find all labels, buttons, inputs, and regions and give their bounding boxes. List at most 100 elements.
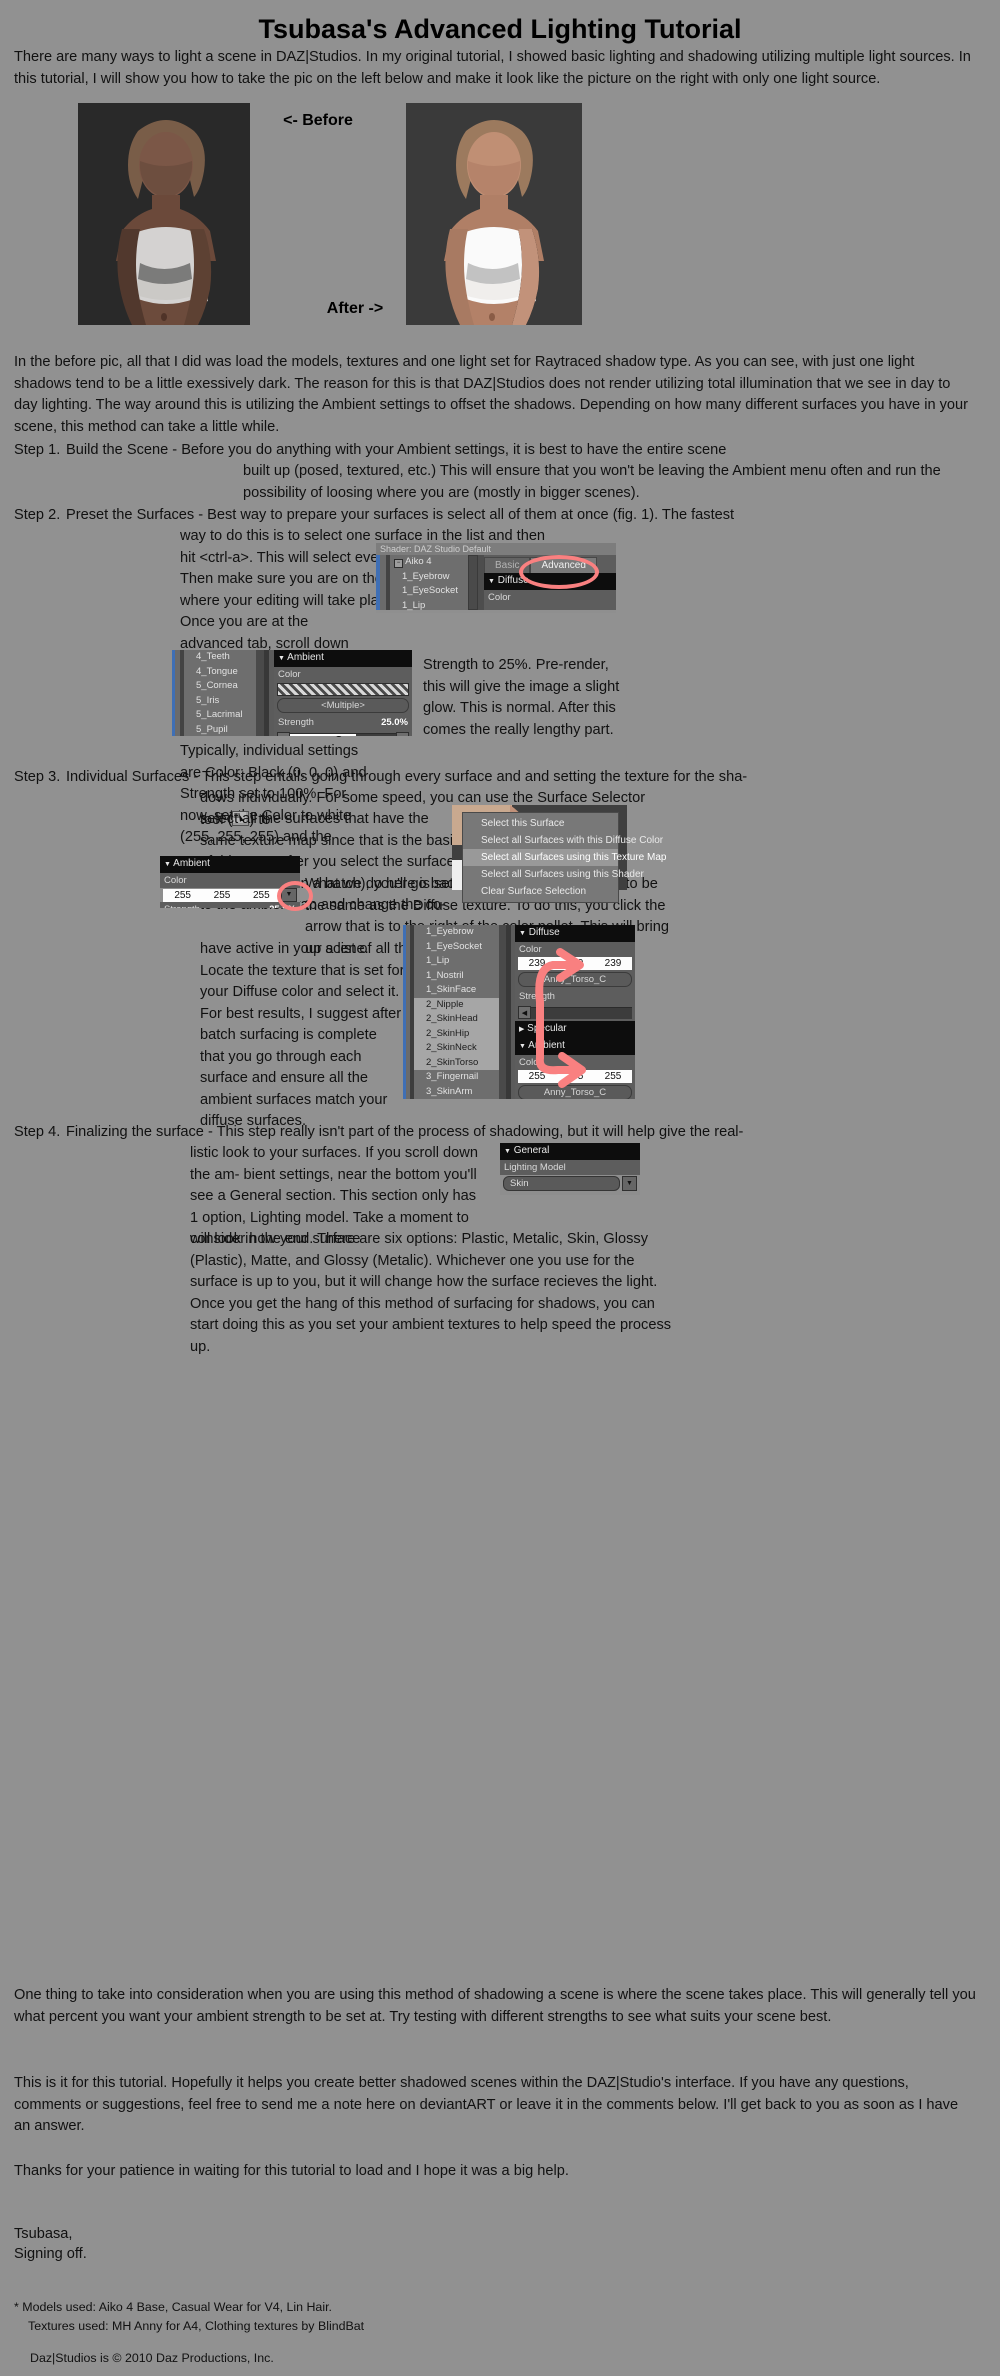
ambient-section-header[interactable]: ▼ Ambient [274,650,412,667]
ambient-section-label: Ambient [287,652,324,663]
big-tree-row-5[interactable]: 2_Nipple [414,997,499,1012]
big-tree-row-1[interactable]: 1_EyeSocket [414,940,499,955]
step-4-body2: will look in the end. There are six opti… [190,1231,672,1355]
big-diffuse-label: Diffuse [528,927,560,938]
step-3-body-d: have active in your scene. Locate the te… [200,941,405,1129]
ambient-tree-row-2[interactable]: 5_Cornea [184,679,256,694]
footnote-copyright: Daz|Studios is © 2010 Daz Productions, I… [30,2351,274,2365]
step-3-label: Step 3. [14,769,61,785]
lighting-model-label: Lighting Model [500,1160,640,1175]
step-3-heading: Individual Surfaces - [66,769,203,785]
before-figure [78,103,250,325]
before-pic-paragraph: In the before pic, all that I did was lo… [14,354,969,435]
fig1-tree-item-0: Aiko 4 [405,556,432,567]
ambient2-b[interactable]: 255 [242,889,281,902]
surface-selector-menu[interactable]: Select this Surface Select all Surfaces … [462,812,666,903]
big-tree-row-8[interactable]: 2_SkinNeck [414,1041,499,1056]
diffuse-to-ambient-arrow [535,948,586,1088]
ambient-tree-row-4[interactable]: 5_Lacrimal [184,708,256,723]
closing-paragraph-1: One thing to take into consideration whe… [14,1987,976,2025]
lighting-model-dropdown-arrow-icon[interactable]: ▼ [622,1176,637,1191]
big-diffuse-b[interactable]: 239 [594,957,632,970]
ambient-tree-row-5[interactable]: 5_Pupil [184,723,256,737]
step-1-body: built up (posed, textured, etc.) This wi… [243,463,941,501]
ambient-strength-value: 25.0% [381,717,408,728]
fig1-tree-item-row-2[interactable]: 1_EyeSocket [390,584,468,599]
big-tree-row-10[interactable]: 3_Fingernail [414,1070,499,1085]
slider-left-arrow-icon[interactable]: ◀ [277,732,290,736]
step-1-line1-text: Before you do anything with your Ambient… [181,442,727,458]
ambient-color-swatch[interactable] [277,683,409,696]
chevron-down-icon: ▼ [278,655,285,662]
ambient2-rgb-row[interactable]: 255 255 255 [163,888,281,902]
menu-item-select-all-shader[interactable]: Select all Surfaces using this Shader [463,866,644,883]
step-1-line1: Build the Scene - Before you do anything… [66,440,976,462]
fig1-tree-scrollbar[interactable] [468,555,478,610]
big-tree-row-9[interactable]: 2_SkinTorso [414,1055,499,1070]
general-section-header[interactable]: ▼ General [500,1143,640,1160]
big-tree-row-7[interactable]: 2_SkinHip [414,1026,499,1041]
step-4-line1: Finalizing the surface - This step reall… [66,1122,986,1144]
big-tree-row-3[interactable]: 1_Nostril [414,969,499,984]
after-caption: After -> [326,300,384,317]
ambient2-r[interactable]: 255 [163,889,202,902]
step-4-label: Step 4. [14,1124,61,1140]
ambient2-section-header[interactable]: ▼ Ambient [160,856,300,873]
ambient2-g[interactable]: 255 [202,889,241,902]
closing-paragraph-3: Thanks for your patience in waiting for … [14,2163,569,2179]
big-tree-row-2[interactable]: 1_Lip [414,954,499,969]
fig1-tree-root[interactable]: − Aiko 4 [390,555,468,570]
menu-item-select-all-texture-map[interactable]: Select all Surfaces using this Texture M… [463,849,666,866]
step-2-line1-text: Best way to prepare your surfaces is sel… [207,507,735,523]
ambient-multiple-panel[interactable]: 4_Teeth 4_Tongue 5_Cornea 5_Iris 5_Lacri… [172,650,412,736]
fig1-color-label: Color [484,590,616,605]
fig1-surface-tree[interactable]: − Aiko 4 1_Eyebrow 1_EyeSocket 1_Lip [390,555,468,611]
chevron-down-icon: ▼ [164,861,171,868]
ambient-map-multiple[interactable]: <Multiple> [277,698,409,713]
fig1-shader-label: Shader: DAZ Studio Default [376,543,616,555]
ambient-panel-tree[interactable]: 4_Teeth 4_Tongue 5_Cornea 5_Iris 5_Lacri… [184,650,256,736]
ambient2-strength-label: Strength [164,904,200,908]
slider-track[interactable] [290,732,396,736]
fig1-tree-item-row-1[interactable]: 1_Eyebrow [390,570,468,585]
step-2-body-col3: Strength to 25%. Pre-render, this will g… [423,657,620,738]
after-figure [406,103,582,325]
menu-item-clear-surface-selection[interactable]: Clear Surface Selection [463,883,618,900]
ambient-strength-slider[interactable]: ◀ ▶ [277,732,409,736]
tutorial-page: Tsubasa's Advanced Lighting Tutorial The… [0,0,1000,2376]
signature-line-1: Tsubasa, [14,2226,73,2242]
slider-right-arrow-icon[interactable]: ▶ [396,732,409,736]
before-caption: <- Before [283,112,353,129]
ambient-tree-row-1[interactable]: 4_Tongue [184,665,256,680]
page-title: Tsubasa's Advanced Lighting Tutorial [258,14,742,44]
big-tree-row-0[interactable]: 1_Eyebrow [414,925,499,940]
closing-paragraph-2: This is it for this tutorial. Hopefully … [14,2075,959,2134]
step-4-heading: Finalizing the surface - [66,1124,217,1140]
big-tree-row-11[interactable]: 3_SkinArm [414,1085,499,1100]
ambient-tree-row-3[interactable]: 5_Iris [184,694,256,709]
big-surfaces-panel[interactable]: 1_Eyebrow 1_EyeSocket 1_Lip 1_Nostril 1_… [403,925,635,1099]
big-ambient-b[interactable]: 255 [594,1070,632,1083]
chevron-down-icon: ▼ [488,578,495,585]
collapse-icon[interactable]: − [394,559,403,568]
general-section-label: General [513,1145,550,1156]
step-4-line1-text: This step really isn't part of the proce… [216,1124,744,1140]
lighting-model-value: Skin [510,1178,529,1189]
signature-line-2: Signing off. [14,2246,87,2262]
general-lighting-panel[interactable]: ▼ General Lighting Model Skin ▼ [500,1143,640,1195]
chevron-right-icon: ▶ [519,1026,525,1033]
ambient2-section-label: Ambient [173,858,210,869]
menu-item-select-all-diffuse-color[interactable]: Select all Surfaces with this Diffuse Co… [463,832,663,849]
big-panel-tree[interactable]: 1_Eyebrow 1_EyeSocket 1_Lip 1_Nostril 1_… [414,925,499,1099]
ambient-strength-row: Strength 25.0% [274,715,412,730]
ambient2-color-label: Color [160,873,300,888]
ambient-color-label: Color [274,667,412,682]
menu-item-select-this-surface[interactable]: Select this Surface [463,815,618,832]
lighting-model-select[interactable]: Skin [503,1176,620,1191]
ambient-tree-row-0[interactable]: 4_Teeth [184,650,256,665]
big-tree-row-6[interactable]: 2_SkinHead [414,1012,499,1027]
fig1-tree-item-row-3[interactable]: 1_Lip [390,599,468,614]
big-tree-row-4[interactable]: 1_SkinFace [414,983,499,998]
color-arrow-highlight [277,881,313,911]
step-1-label: Step 1. [14,442,61,458]
